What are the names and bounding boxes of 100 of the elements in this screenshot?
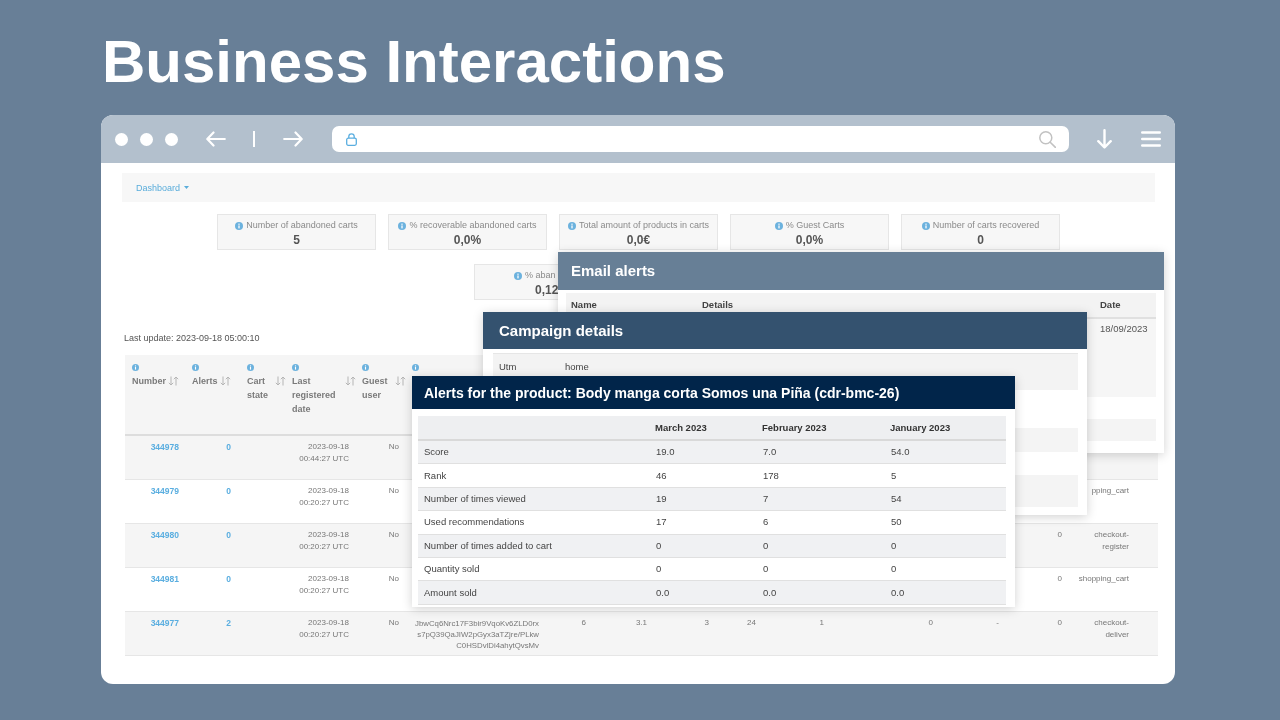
column-header: February 2023 xyxy=(762,421,827,434)
stat-label: Number of carts recovered xyxy=(932,220,1040,231)
table-cell: 0 xyxy=(1057,529,1062,541)
column-header[interactable]: Cart state xyxy=(247,374,273,402)
column-header[interactable]: Last registered date xyxy=(292,374,343,416)
table-cell: pping_cart xyxy=(1091,485,1129,497)
time-text: 00:20:27 UTC xyxy=(299,496,349,508)
download-icon[interactable] xyxy=(1097,129,1112,149)
column-header: Details xyxy=(701,299,734,311)
date-text: 18/09/2023 xyxy=(1100,323,1148,335)
table-cell: 17 xyxy=(656,516,667,529)
sort-icon[interactable] xyxy=(219,376,231,386)
table-cell: 5 xyxy=(891,469,897,482)
window-dot-icon xyxy=(115,132,128,146)
info-icon xyxy=(192,364,199,371)
stat-value: 5 xyxy=(293,233,300,247)
table-cell: 7 xyxy=(763,492,769,505)
time-text: 00:44:27 UTC xyxy=(299,452,349,464)
info-icon xyxy=(567,221,576,230)
row-label: Score xyxy=(424,446,449,459)
back-icon[interactable] xyxy=(206,131,226,147)
table-cell: 19.0 xyxy=(656,446,675,459)
search-icon[interactable] xyxy=(1039,130,1056,148)
info-icon xyxy=(235,221,244,230)
table-cell-text: checkout-register xyxy=(1093,529,1129,552)
info-icon xyxy=(247,364,254,371)
cart-number-link[interactable]: 344979 xyxy=(150,485,179,497)
sort-icon[interactable] xyxy=(345,376,356,386)
info-icon xyxy=(398,221,407,230)
time-text: 00:20:27 UTC xyxy=(299,628,349,640)
info-icon xyxy=(514,271,522,280)
panel-title: Email alerts xyxy=(571,262,656,280)
table-cell: 0.0 xyxy=(763,586,777,599)
date-text: 2023-09-18 xyxy=(308,573,349,585)
column-header: Date xyxy=(1099,299,1121,311)
column-header[interactable]: Number xyxy=(132,374,166,388)
stat-label: % aban xyxy=(525,270,556,281)
row-label: Rank xyxy=(424,469,447,482)
sort-icon[interactable] xyxy=(275,376,286,386)
table-cell: - xyxy=(996,617,999,629)
date-text: 2023-09-18 xyxy=(308,529,349,541)
table-cell: 0.0 xyxy=(891,586,905,599)
info-icon xyxy=(774,221,783,230)
column-header[interactable]: Guest user xyxy=(362,374,393,402)
caret-icon xyxy=(184,186,190,189)
table-cell: 0 xyxy=(656,563,662,576)
time-text: 00:20:27 UTC xyxy=(299,540,349,552)
last-update-text: Last update: 2023-09-18 05:00:10 xyxy=(124,332,260,344)
stat-value: 0,0€ xyxy=(626,233,651,247)
table-cell: 0 xyxy=(891,539,897,552)
table-cell: No xyxy=(388,529,399,541)
alerts-count-link[interactable]: 0 xyxy=(226,485,231,497)
cart-number-link[interactable]: 344981 xyxy=(150,573,179,585)
table-cell: 0 xyxy=(891,563,897,576)
table-cell: 0 xyxy=(656,539,662,552)
table-cell: 6 xyxy=(581,617,586,629)
table-cell: 54.0 xyxy=(891,446,910,459)
time-text: 00:20:27 UTC xyxy=(299,584,349,596)
row-label: Utm xyxy=(499,361,517,373)
column-header[interactable]: Alerts xyxy=(192,374,218,388)
column-header: January 2023 xyxy=(890,421,951,434)
stat-value: 0 xyxy=(977,233,984,247)
table-cell: 3.1 xyxy=(635,617,647,629)
alerts-count-link[interactable]: 0 xyxy=(226,441,231,453)
table-cell: No xyxy=(388,617,399,629)
table-cell: 3 xyxy=(704,617,709,629)
stat-label: % recoverable abandoned carts xyxy=(409,220,537,231)
table-cell: 50 xyxy=(891,516,902,529)
cart-number-link[interactable]: 344980 xyxy=(150,529,179,541)
menu-icon[interactable] xyxy=(1141,131,1161,147)
cart-number-link[interactable]: 344977 xyxy=(150,617,179,629)
table-cell: shopping_cart xyxy=(1078,573,1129,585)
table-cell: home xyxy=(565,361,589,373)
row-label: Number of times viewed xyxy=(424,492,526,505)
table-cell: 0 xyxy=(1057,617,1062,629)
alerts-count-link[interactable]: 0 xyxy=(226,573,231,585)
dashboard-menu[interactable]: Dashboard xyxy=(136,182,190,193)
forward-icon[interactable] xyxy=(283,131,303,147)
sort-icon[interactable] xyxy=(168,376,179,386)
sort-icon[interactable] xyxy=(395,376,406,386)
column-header: March 2023 xyxy=(655,421,707,434)
row-label: Amount sold xyxy=(424,586,477,599)
table-cell: 6 xyxy=(763,516,769,529)
cart-number-link[interactable]: 344978 xyxy=(150,441,179,453)
stat-label: Number of abandoned carts xyxy=(246,220,358,231)
table-cell-text: checkout-deliver xyxy=(1093,617,1129,640)
alerts-count-link[interactable]: 0 xyxy=(226,529,231,541)
panel-title: Alerts for the product: Body manga corta Somos una Piña (cdr-bmc-26) xyxy=(424,383,900,402)
table-cell: 1 xyxy=(819,617,824,629)
stat-label: Total amount of products in carts xyxy=(578,220,710,231)
table-cell: 0 xyxy=(1057,573,1062,585)
alerts-count-link[interactable]: 2 xyxy=(226,617,231,629)
row-label: Used recommendations xyxy=(424,516,525,529)
table-cell: 0 xyxy=(928,617,933,629)
table-cell: 0 xyxy=(763,563,769,576)
column-header: Name xyxy=(570,299,597,311)
table-cell: 0.0 xyxy=(656,586,670,599)
window-dot-icon xyxy=(165,132,178,146)
address-field[interactable] xyxy=(332,126,1069,152)
stat-value: 0,0% xyxy=(795,233,824,247)
